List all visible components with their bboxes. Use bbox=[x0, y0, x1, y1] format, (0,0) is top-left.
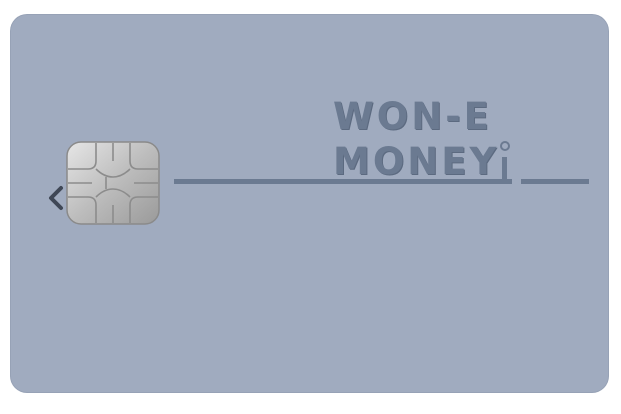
brand-name-line1: WON-E bbox=[333, 95, 492, 138]
brand-i-stem bbox=[502, 157, 507, 184]
brand-i-dot bbox=[500, 141, 510, 151]
brand-underline-left bbox=[174, 179, 512, 184]
emv-chip-icon bbox=[66, 141, 160, 225]
brand-underline-right bbox=[521, 179, 589, 184]
chevron-left-icon[interactable] bbox=[45, 183, 67, 213]
brand-name-line2: MONEY bbox=[333, 140, 500, 183]
